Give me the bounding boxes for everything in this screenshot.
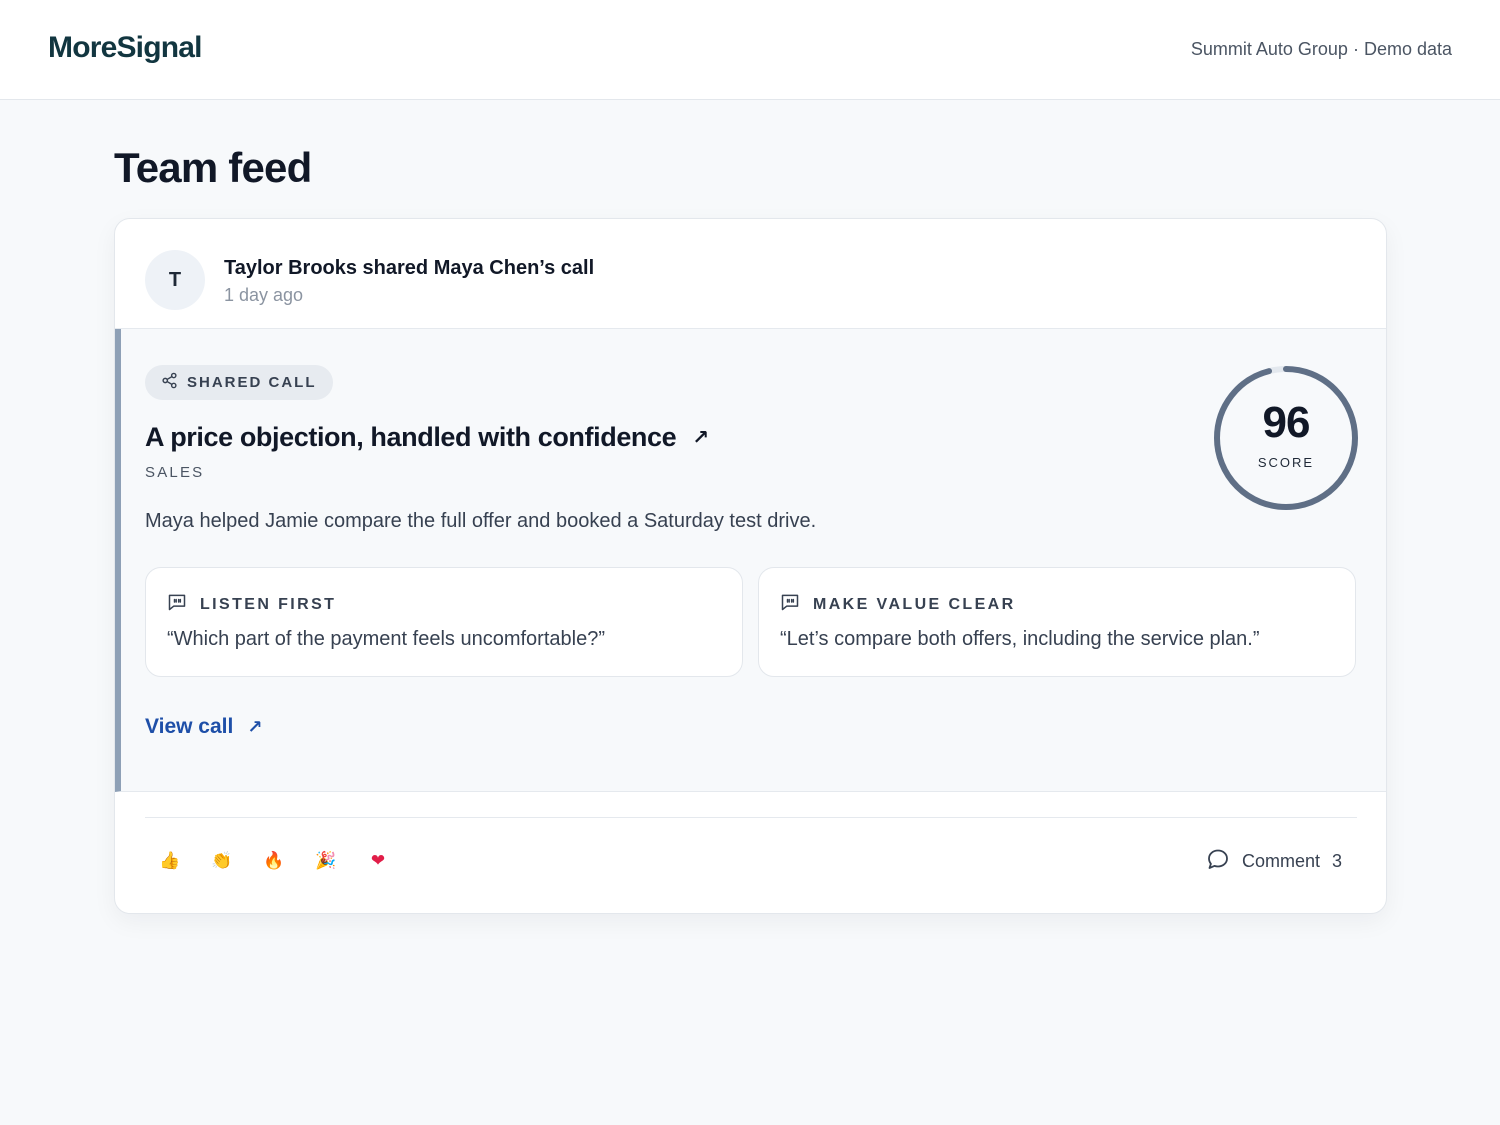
external-arrow-icon: ↗ [692, 427, 709, 449]
fire-icon[interactable]: 🔥 [263, 847, 285, 875]
logo[interactable]: MoreSignal [48, 31, 203, 65]
call-title: A price objection, handled with confiden… [145, 422, 677, 452]
shared-call-panel: SHARED CALL A price objection, handled w… [115, 329, 1386, 792]
comment-count: 3 [1331, 851, 1342, 871]
thumbs-up-icon[interactable]: 👍 [159, 847, 181, 875]
page-title: Team feed [114, 144, 312, 191]
call-summary: Maya helped Jamie compare the full offer… [145, 510, 817, 532]
score-label: SCORE [1257, 455, 1315, 470]
tip-card-make-value-clear: MAKE VALUE CLEAR “Let’s compare both off… [758, 567, 1356, 677]
avatar[interactable]: T [145, 250, 205, 310]
reaction-bar: 👍 👏 🔥 🎉 ❤ [159, 847, 389, 875]
card-header: T Taylor Brooks shared Maya Chen’s call … [115, 219, 1386, 329]
comment-label: Comment [1241, 851, 1320, 871]
tip-card-listen-first: LISTEN FIRST “Which part of the payment … [145, 567, 743, 677]
tip-quote: “Which part of the payment feels uncomfo… [167, 628, 605, 650]
view-call-label: View call [145, 715, 234, 738]
tip-label: LISTEN FIRST [200, 595, 337, 613]
quote-bubble-icon [780, 592, 800, 617]
tip-quote: “Let’s compare both offers, including th… [780, 628, 1260, 650]
comment-bubble-icon [1206, 847, 1230, 876]
divider [145, 817, 1357, 818]
heart-icon[interactable]: ❤ [367, 847, 389, 875]
clap-icon[interactable]: 👏 [211, 847, 233, 875]
org-label: Summit Auto Group · Demo data [1190, 39, 1452, 59]
tip-label: MAKE VALUE CLEAR [813, 595, 1016, 613]
call-title-link[interactable]: A price objection, handled with confiden… [145, 422, 709, 453]
quote-bubble-icon [167, 592, 187, 617]
post-title: Taylor Brooks shared Maya Chen’s call [224, 257, 595, 279]
party-popper-icon[interactable]: 🎉 [315, 847, 337, 875]
top-bar: MoreSignal Summit Auto Group · Demo data [0, 0, 1500, 100]
view-call-link[interactable]: View call ↗ [145, 715, 262, 739]
call-category: SALES [145, 464, 205, 481]
badge-label: SHARED CALL [187, 374, 317, 391]
external-arrow-icon: ↗ [247, 716, 263, 737]
shared-call-badge: SHARED CALL [145, 365, 333, 400]
feed-card: T Taylor Brooks shared Maya Chen’s call … [114, 218, 1387, 914]
comment-button[interactable]: Comment 3 [1206, 847, 1342, 876]
score-value: 96 [1262, 398, 1311, 447]
share-icon [161, 372, 178, 393]
score-ring: 96 SCORE [1213, 365, 1359, 511]
post-timestamp: 1 day ago [224, 285, 304, 305]
